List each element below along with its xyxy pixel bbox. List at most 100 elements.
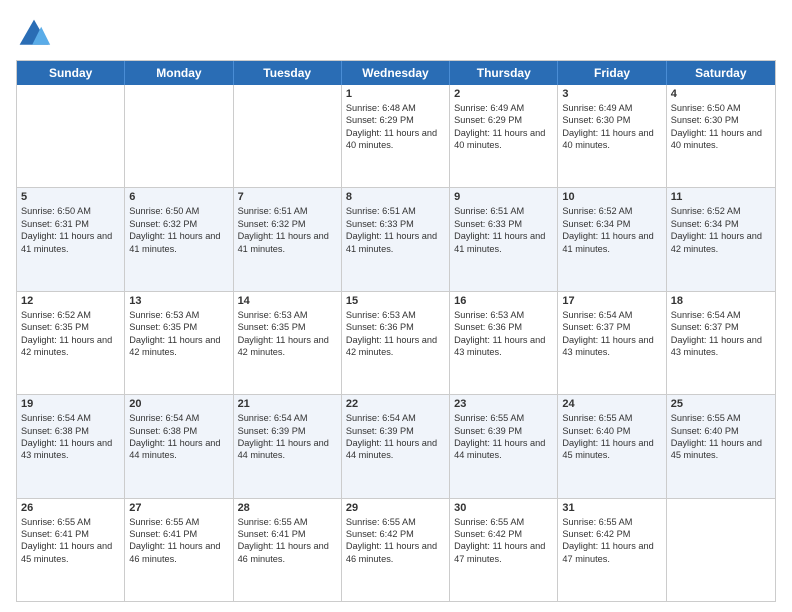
day-cell-21: 21 Sunrise: 6:54 AM Sunset: 6:39 PM Dayli…	[234, 395, 342, 497]
day-info: Sunrise: 6:55 AM Sunset: 6:42 PM Dayligh…	[454, 516, 553, 566]
day-info: Sunrise: 6:51 AM Sunset: 6:32 PM Dayligh…	[238, 205, 337, 255]
day-info: Sunrise: 6:50 AM Sunset: 6:30 PM Dayligh…	[671, 102, 771, 152]
day-cell-19: 19 Sunrise: 6:54 AM Sunset: 6:38 PM Dayli…	[17, 395, 125, 497]
day-cell-27: 27 Sunrise: 6:55 AM Sunset: 6:41 PM Dayli…	[125, 499, 233, 601]
calendar: SundayMondayTuesdayWednesdayThursdayFrid…	[16, 60, 776, 602]
day-info: Sunrise: 6:55 AM Sunset: 6:41 PM Dayligh…	[238, 516, 337, 566]
empty-cell	[234, 85, 342, 187]
day-info: Sunrise: 6:55 AM Sunset: 6:40 PM Dayligh…	[562, 412, 661, 462]
day-number: 31	[562, 502, 661, 514]
header-day-wednesday: Wednesday	[342, 61, 450, 85]
day-number: 6	[129, 191, 228, 203]
day-cell-12: 12 Sunrise: 6:52 AM Sunset: 6:35 PM Dayli…	[17, 292, 125, 394]
day-cell-15: 15Sunrise: 6:53 AM Sunset: 6:36 PM Dayli…	[342, 292, 450, 394]
day-number: 29	[346, 502, 445, 514]
day-number: 12	[21, 295, 120, 307]
day-info: Sunrise: 6:54 AM Sunset: 6:38 PM Dayligh…	[129, 412, 228, 462]
day-number: 22	[346, 398, 445, 410]
empty-cell	[17, 85, 125, 187]
header-day-saturday: Saturday	[667, 61, 775, 85]
day-info: Sunrise: 6:50 AM Sunset: 6:31 PM Dayligh…	[21, 205, 120, 255]
day-number: 11	[671, 191, 771, 203]
calendar-row-3: 19 Sunrise: 6:54 AM Sunset: 6:38 PM Dayli…	[17, 394, 775, 497]
day-cell-18: 18 Sunrise: 6:54 AM Sunset: 6:37 PM Dayli…	[667, 292, 775, 394]
day-number: 17	[562, 295, 661, 307]
day-cell-1: 1 Sunrise: 6:48 AM Sunset: 6:29 PM Daylig…	[342, 85, 450, 187]
day-info: Sunrise: 6:54 AM Sunset: 6:37 PM Dayligh…	[562, 309, 661, 359]
logo	[16, 16, 56, 52]
calendar-row-1: 5 Sunrise: 6:50 AM Sunset: 6:31 PM Daylig…	[17, 187, 775, 290]
day-number: 25	[671, 398, 771, 410]
day-number: 21	[238, 398, 337, 410]
day-number: 15	[346, 295, 445, 307]
day-number: 13	[129, 295, 228, 307]
day-cell-5: 5 Sunrise: 6:50 AM Sunset: 6:31 PM Daylig…	[17, 188, 125, 290]
day-number: 8	[346, 191, 445, 203]
day-number: 23	[454, 398, 553, 410]
day-cell-26: 26 Sunrise: 6:55 AM Sunset: 6:41 PM Dayli…	[17, 499, 125, 601]
day-number: 1	[346, 88, 445, 100]
day-info: Sunrise: 6:55 AM Sunset: 6:42 PM Dayligh…	[562, 516, 661, 566]
day-cell-7: 7 Sunrise: 6:51 AM Sunset: 6:32 PM Daylig…	[234, 188, 342, 290]
calendar-row-4: 26 Sunrise: 6:55 AM Sunset: 6:41 PM Dayli…	[17, 498, 775, 601]
day-number: 19	[21, 398, 120, 410]
day-number: 27	[129, 502, 228, 514]
day-number: 9	[454, 191, 553, 203]
day-info: Sunrise: 6:51 AM Sunset: 6:33 PM Dayligh…	[454, 205, 553, 255]
day-number: 26	[21, 502, 120, 514]
day-number: 20	[129, 398, 228, 410]
day-info: Sunrise: 6:55 AM Sunset: 6:41 PM Dayligh…	[21, 516, 120, 566]
day-info: Sunrise: 6:52 AM Sunset: 6:34 PM Dayligh…	[562, 205, 661, 255]
day-info: Sunrise: 6:55 AM Sunset: 6:40 PM Dayligh…	[671, 412, 771, 462]
day-info: Sunrise: 6:51 AM Sunset: 6:33 PM Dayligh…	[346, 205, 445, 255]
page: SundayMondayTuesdayWednesdayThursdayFrid…	[0, 0, 792, 612]
day-cell-23: 23 Sunrise: 6:55 AM Sunset: 6:39 PM Dayli…	[450, 395, 558, 497]
day-number: 18	[671, 295, 771, 307]
calendar-body: 1 Sunrise: 6:48 AM Sunset: 6:29 PM Daylig…	[17, 85, 775, 601]
empty-cell	[667, 499, 775, 601]
day-info: Sunrise: 6:54 AM Sunset: 6:37 PM Dayligh…	[671, 309, 771, 359]
header-day-tuesday: Tuesday	[234, 61, 342, 85]
day-cell-6: 6 Sunrise: 6:50 AM Sunset: 6:32 PM Daylig…	[125, 188, 233, 290]
day-number: 10	[562, 191, 661, 203]
day-cell-16: 16Sunrise: 6:53 AM Sunset: 6:36 PM Dayli…	[450, 292, 558, 394]
day-cell-22: 22Sunrise: 6:54 AM Sunset: 6:39 PM Dayli…	[342, 395, 450, 497]
day-number: 28	[238, 502, 337, 514]
day-cell-2: 2Sunrise: 6:49 AM Sunset: 6:29 PM Daylig…	[450, 85, 558, 187]
calendar-row-0: 1 Sunrise: 6:48 AM Sunset: 6:29 PM Daylig…	[17, 85, 775, 187]
day-cell-3: 3 Sunrise: 6:49 AM Sunset: 6:30 PM Daylig…	[558, 85, 666, 187]
header-day-friday: Friday	[558, 61, 666, 85]
day-info: Sunrise: 6:54 AM Sunset: 6:38 PM Dayligh…	[21, 412, 120, 462]
day-info: Sunrise: 6:53 AM Sunset: 6:35 PM Dayligh…	[129, 309, 228, 359]
day-cell-10: 10 Sunrise: 6:52 AM Sunset: 6:34 PM Dayli…	[558, 188, 666, 290]
day-info: Sunrise: 6:55 AM Sunset: 6:39 PM Dayligh…	[454, 412, 553, 462]
day-cell-13: 13 Sunrise: 6:53 AM Sunset: 6:35 PM Dayli…	[125, 292, 233, 394]
day-info: Sunrise: 6:53 AM Sunset: 6:35 PM Dayligh…	[238, 309, 337, 359]
day-number: 14	[238, 295, 337, 307]
day-cell-20: 20 Sunrise: 6:54 AM Sunset: 6:38 PM Dayli…	[125, 395, 233, 497]
day-cell-17: 17 Sunrise: 6:54 AM Sunset: 6:37 PM Dayli…	[558, 292, 666, 394]
calendar-row-2: 12 Sunrise: 6:52 AM Sunset: 6:35 PM Dayli…	[17, 291, 775, 394]
day-cell-28: 28 Sunrise: 6:55 AM Sunset: 6:41 PM Dayli…	[234, 499, 342, 601]
header-day-monday: Monday	[125, 61, 233, 85]
day-number: 4	[671, 88, 771, 100]
header-day-thursday: Thursday	[450, 61, 558, 85]
day-info: Sunrise: 6:48 AM Sunset: 6:29 PM Dayligh…	[346, 102, 445, 152]
day-cell-31: 31 Sunrise: 6:55 AM Sunset: 6:42 PM Dayli…	[558, 499, 666, 601]
day-number: 2	[454, 88, 553, 100]
day-info: Sunrise: 6:53 AM Sunset: 6:36 PM Dayligh…	[454, 309, 553, 359]
day-info: Sunrise: 6:50 AM Sunset: 6:32 PM Dayligh…	[129, 205, 228, 255]
day-info: Sunrise: 6:55 AM Sunset: 6:41 PM Dayligh…	[129, 516, 228, 566]
day-info: Sunrise: 6:55 AM Sunset: 6:42 PM Dayligh…	[346, 516, 445, 566]
empty-cell	[125, 85, 233, 187]
day-cell-9: 9 Sunrise: 6:51 AM Sunset: 6:33 PM Daylig…	[450, 188, 558, 290]
day-number: 3	[562, 88, 661, 100]
day-number: 7	[238, 191, 337, 203]
day-number: 5	[21, 191, 120, 203]
day-number: 30	[454, 502, 553, 514]
day-info: Sunrise: 6:49 AM Sunset: 6:30 PM Dayligh…	[562, 102, 661, 152]
day-cell-14: 14 Sunrise: 6:53 AM Sunset: 6:35 PM Dayli…	[234, 292, 342, 394]
day-info: Sunrise: 6:54 AM Sunset: 6:39 PM Dayligh…	[238, 412, 337, 462]
day-info: Sunrise: 6:52 AM Sunset: 6:35 PM Dayligh…	[21, 309, 120, 359]
day-info: Sunrise: 6:52 AM Sunset: 6:34 PM Dayligh…	[671, 205, 771, 255]
